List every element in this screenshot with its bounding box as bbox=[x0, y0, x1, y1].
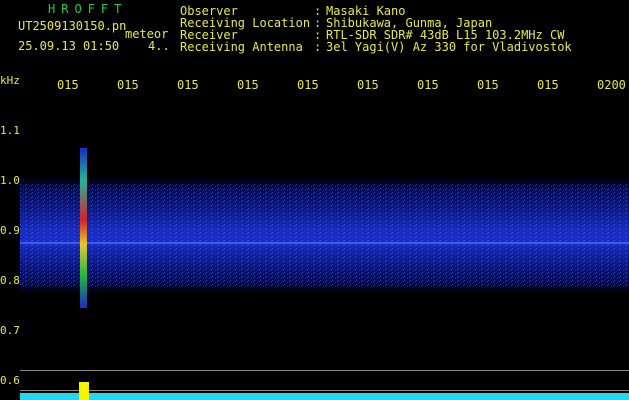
meteor-echo bbox=[80, 148, 87, 308]
signal-level-strip bbox=[20, 382, 629, 400]
hrofft-logo: HROFFT bbox=[48, 2, 128, 16]
freq-unit: kHz bbox=[0, 74, 20, 87]
spectrogram bbox=[20, 148, 629, 308]
date-time: 25.09.13 01:50 4.. bbox=[18, 39, 170, 53]
level-peak bbox=[79, 382, 89, 400]
frequency-axis: kHz 1.1 1.0 0.9 0.8 0.7 0.6 bbox=[0, 70, 20, 400]
freq-label: 0.6 bbox=[0, 374, 20, 387]
info-value-antenna: 3el Yagi(V) Az 330 for Vladivostok bbox=[326, 40, 572, 54]
freq-label: 1.1 bbox=[0, 124, 20, 137]
file-name: UT2509130150.pn bbox=[18, 19, 127, 33]
info-label-antenna: Receiving Antenna bbox=[180, 40, 303, 54]
noise-texture bbox=[20, 183, 629, 288]
freq-label: 0.7 bbox=[0, 324, 20, 337]
freq-label: 0.8 bbox=[0, 274, 20, 287]
carrier-line bbox=[20, 242, 629, 244]
level-fill bbox=[20, 393, 629, 400]
freq-label: 0.9 bbox=[0, 224, 20, 237]
info-sep: : bbox=[314, 40, 322, 54]
freq-label: 1.0 bbox=[0, 174, 20, 187]
baseline-line bbox=[20, 370, 629, 371]
